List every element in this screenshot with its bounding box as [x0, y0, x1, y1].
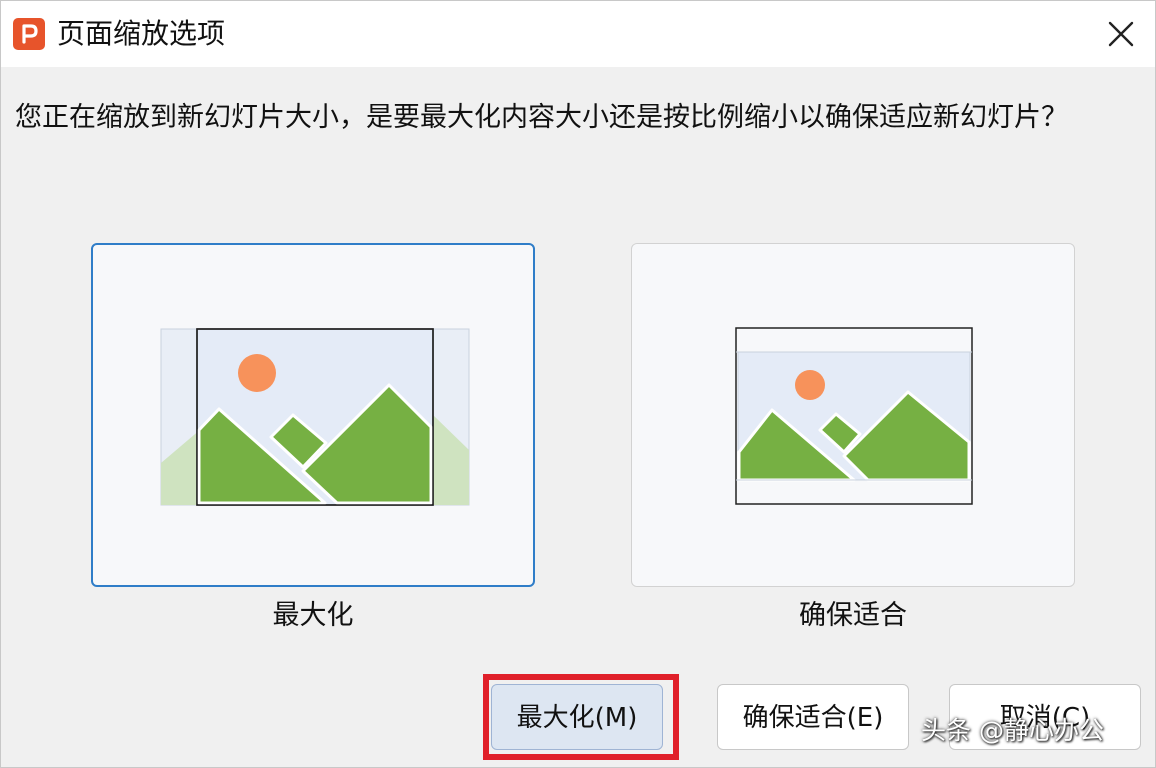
maximize-preview-icon: [160, 328, 470, 506]
close-button[interactable]: [1097, 11, 1145, 57]
maximize-button[interactable]: 最大化(M): [491, 684, 663, 750]
ensure-fit-button[interactable]: 确保适合(E): [717, 684, 909, 750]
title-bar: 页面缩放选项: [1, 1, 1155, 67]
ensure-fit-preview-icon: [735, 327, 973, 505]
cancel-button[interactable]: 取消(C): [949, 684, 1141, 750]
page-scale-options-dialog: 页面缩放选项 您正在缩放到新幻灯片大小，是要最大化内容大小还是按比例缩小以确保适…: [0, 0, 1156, 768]
maximize-option-label: 最大化: [272, 600, 354, 631]
dialog-message: 您正在缩放到新幻灯片大小，是要最大化内容大小还是按比例缩小以确保适应新幻灯片？: [15, 102, 1068, 133]
presentation-app-icon: [13, 18, 45, 50]
close-icon: [1108, 21, 1134, 47]
maximize-option-card[interactable]: [91, 243, 535, 587]
ensure-fit-option-label: 确保适合: [799, 600, 907, 631]
dialog-title: 页面缩放选项: [57, 17, 226, 50]
ensure-fit-option-card[interactable]: [631, 243, 1075, 587]
